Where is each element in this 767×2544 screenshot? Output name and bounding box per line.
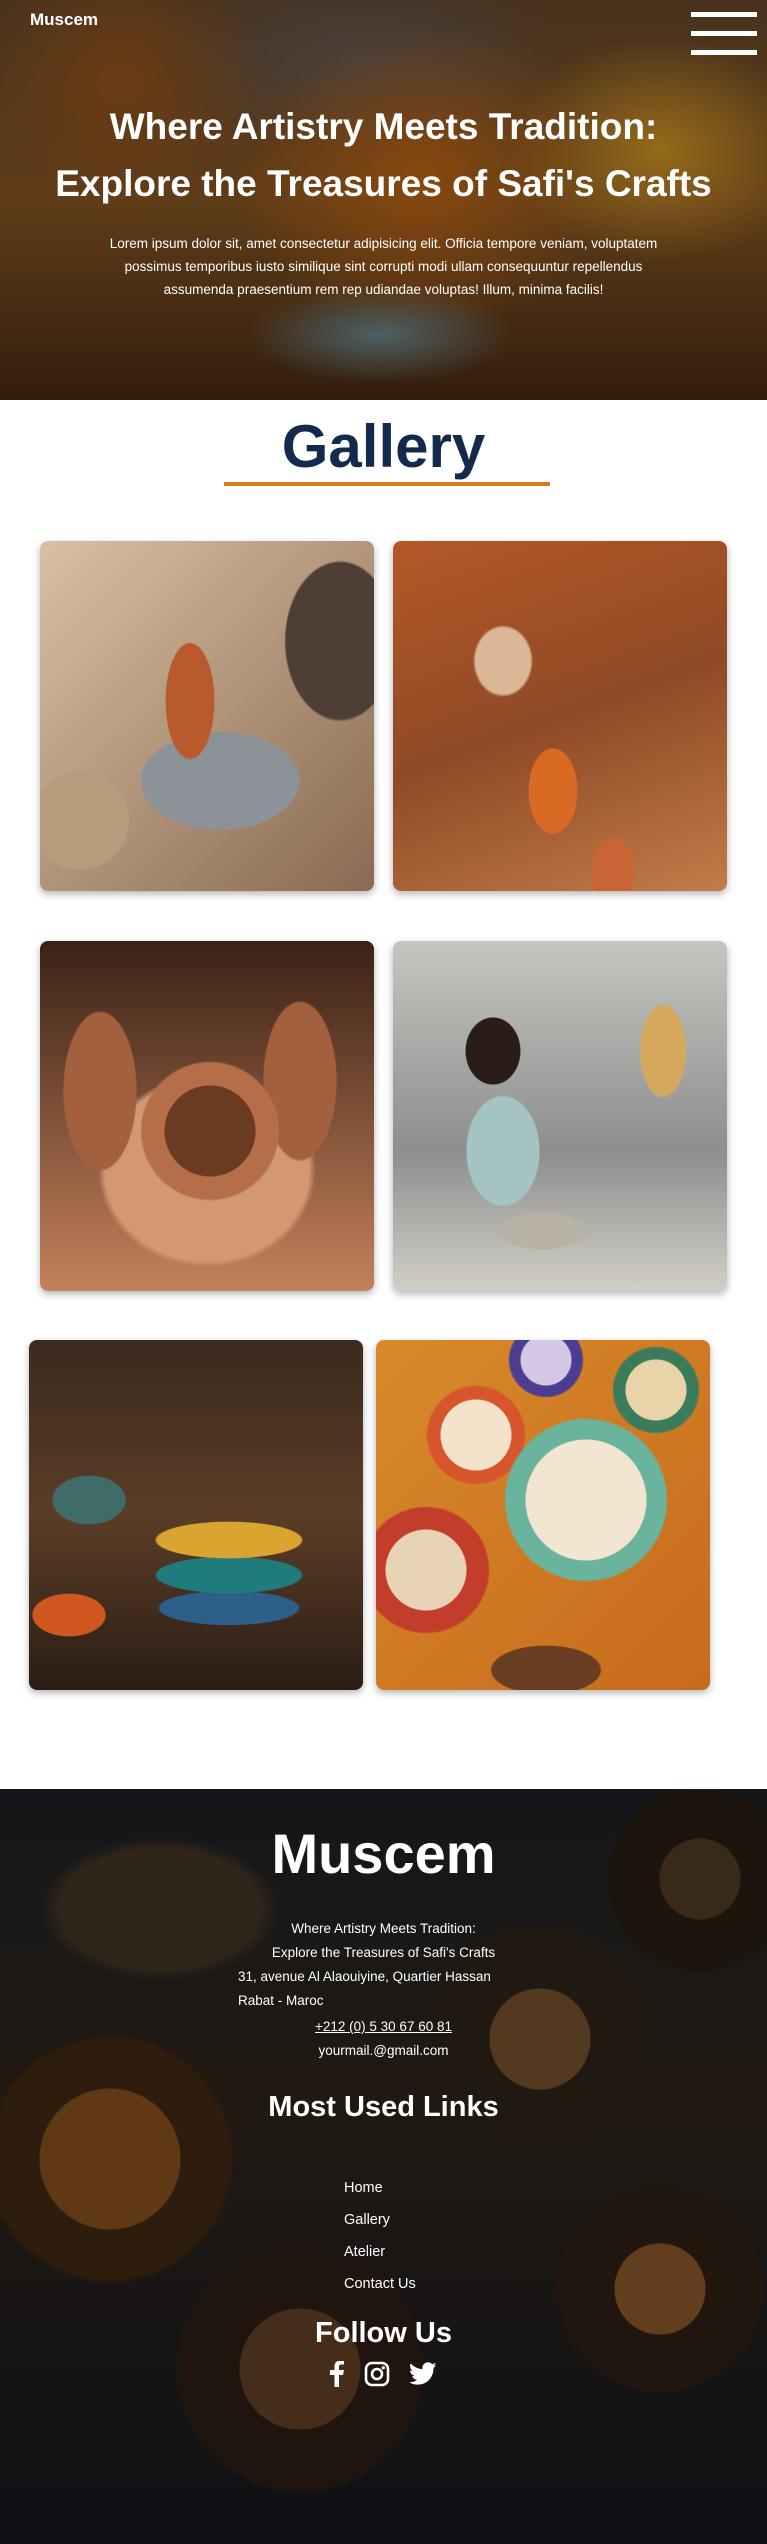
hero-description: Lorem ipsum dolor sit, amet consectetur … bbox=[60, 232, 707, 301]
gallery-title-underline bbox=[224, 482, 550, 486]
hero-title-line1: Where Artistry Meets Tradition: bbox=[109, 106, 658, 147]
hero-text-line1: Lorem ipsum dolor sit, amet consectetur … bbox=[109, 236, 658, 251]
gallery-title: Gallery bbox=[281, 413, 486, 480]
painted-bowls-photo[interactable] bbox=[29, 1340, 363, 1690]
hamburger-menu-icon[interactable] bbox=[691, 10, 757, 58]
footer-link-atelier[interactable]: Atelier bbox=[344, 2236, 416, 2268]
instagram-icon[interactable] bbox=[364, 2361, 390, 2391]
footer-phone-link[interactable]: +212 (0) 5 30 67 60 81 bbox=[0, 2015, 767, 2039]
brand-logo[interactable]: Muscem bbox=[30, 10, 98, 30]
girl-pottery-wheel-photo[interactable] bbox=[393, 941, 727, 1291]
footer-brand: Muscem bbox=[271, 1822, 496, 1885]
most-used-links-title: Most Used Links bbox=[268, 2091, 499, 2123]
hero-text-line3: assumenda praesentium rem rep udiandae v… bbox=[163, 282, 604, 297]
footer-tagline-line2: Explore the Treasures of Safi's Crafts bbox=[271, 1945, 496, 1960]
artisan-shaping-vase-photo[interactable] bbox=[393, 541, 727, 891]
hero-section: Muscem Where Artistry Meets Tradition: E… bbox=[0, 0, 767, 400]
hero-title-line2: Explore the Treasures of Safi's Crafts bbox=[55, 163, 712, 204]
potter-hands-wheel-photo[interactable] bbox=[40, 541, 374, 891]
footer: Muscem Where Artistry Meets Tradition: E… bbox=[0, 1789, 767, 2544]
hero-title: Where Artistry Meets Tradition: Explore … bbox=[0, 98, 767, 212]
footer-address: 31, avenue Al Alaouiyine, Quartier Hassa… bbox=[238, 1965, 558, 2013]
social-icons bbox=[0, 2360, 767, 2391]
hero-text-line2: possimus temporibus iusto similique sint… bbox=[124, 259, 643, 274]
decorated-plates-photo[interactable] bbox=[376, 1340, 710, 1690]
footer-tagline-line1: Where Artistry Meets Tradition: bbox=[291, 1921, 476, 1936]
footer-address-line2: Rabat - Maroc bbox=[238, 1993, 324, 2008]
footer-link-gallery[interactable]: Gallery bbox=[344, 2204, 416, 2236]
follow-us-title: Follow Us bbox=[315, 2317, 452, 2349]
footer-tagline: Where Artistry Meets Tradition: Explore … bbox=[0, 1917, 767, 1965]
footer-email-link[interactable]: yourmail.@gmail.com bbox=[0, 2039, 767, 2063]
twitter-icon[interactable] bbox=[408, 2362, 437, 2390]
footer-address-line1: 31, avenue Al Alaouiyine, Quartier Hassa… bbox=[238, 1969, 491, 1984]
clay-pot-hands-photo[interactable] bbox=[40, 941, 374, 1291]
footer-links-list: Home Gallery Atelier Contact Us bbox=[344, 2172, 416, 2300]
footer-link-contact-us[interactable]: Contact Us bbox=[344, 2268, 416, 2300]
footer-link-home[interactable]: Home bbox=[344, 2172, 416, 2204]
facebook-icon[interactable] bbox=[330, 2360, 345, 2391]
